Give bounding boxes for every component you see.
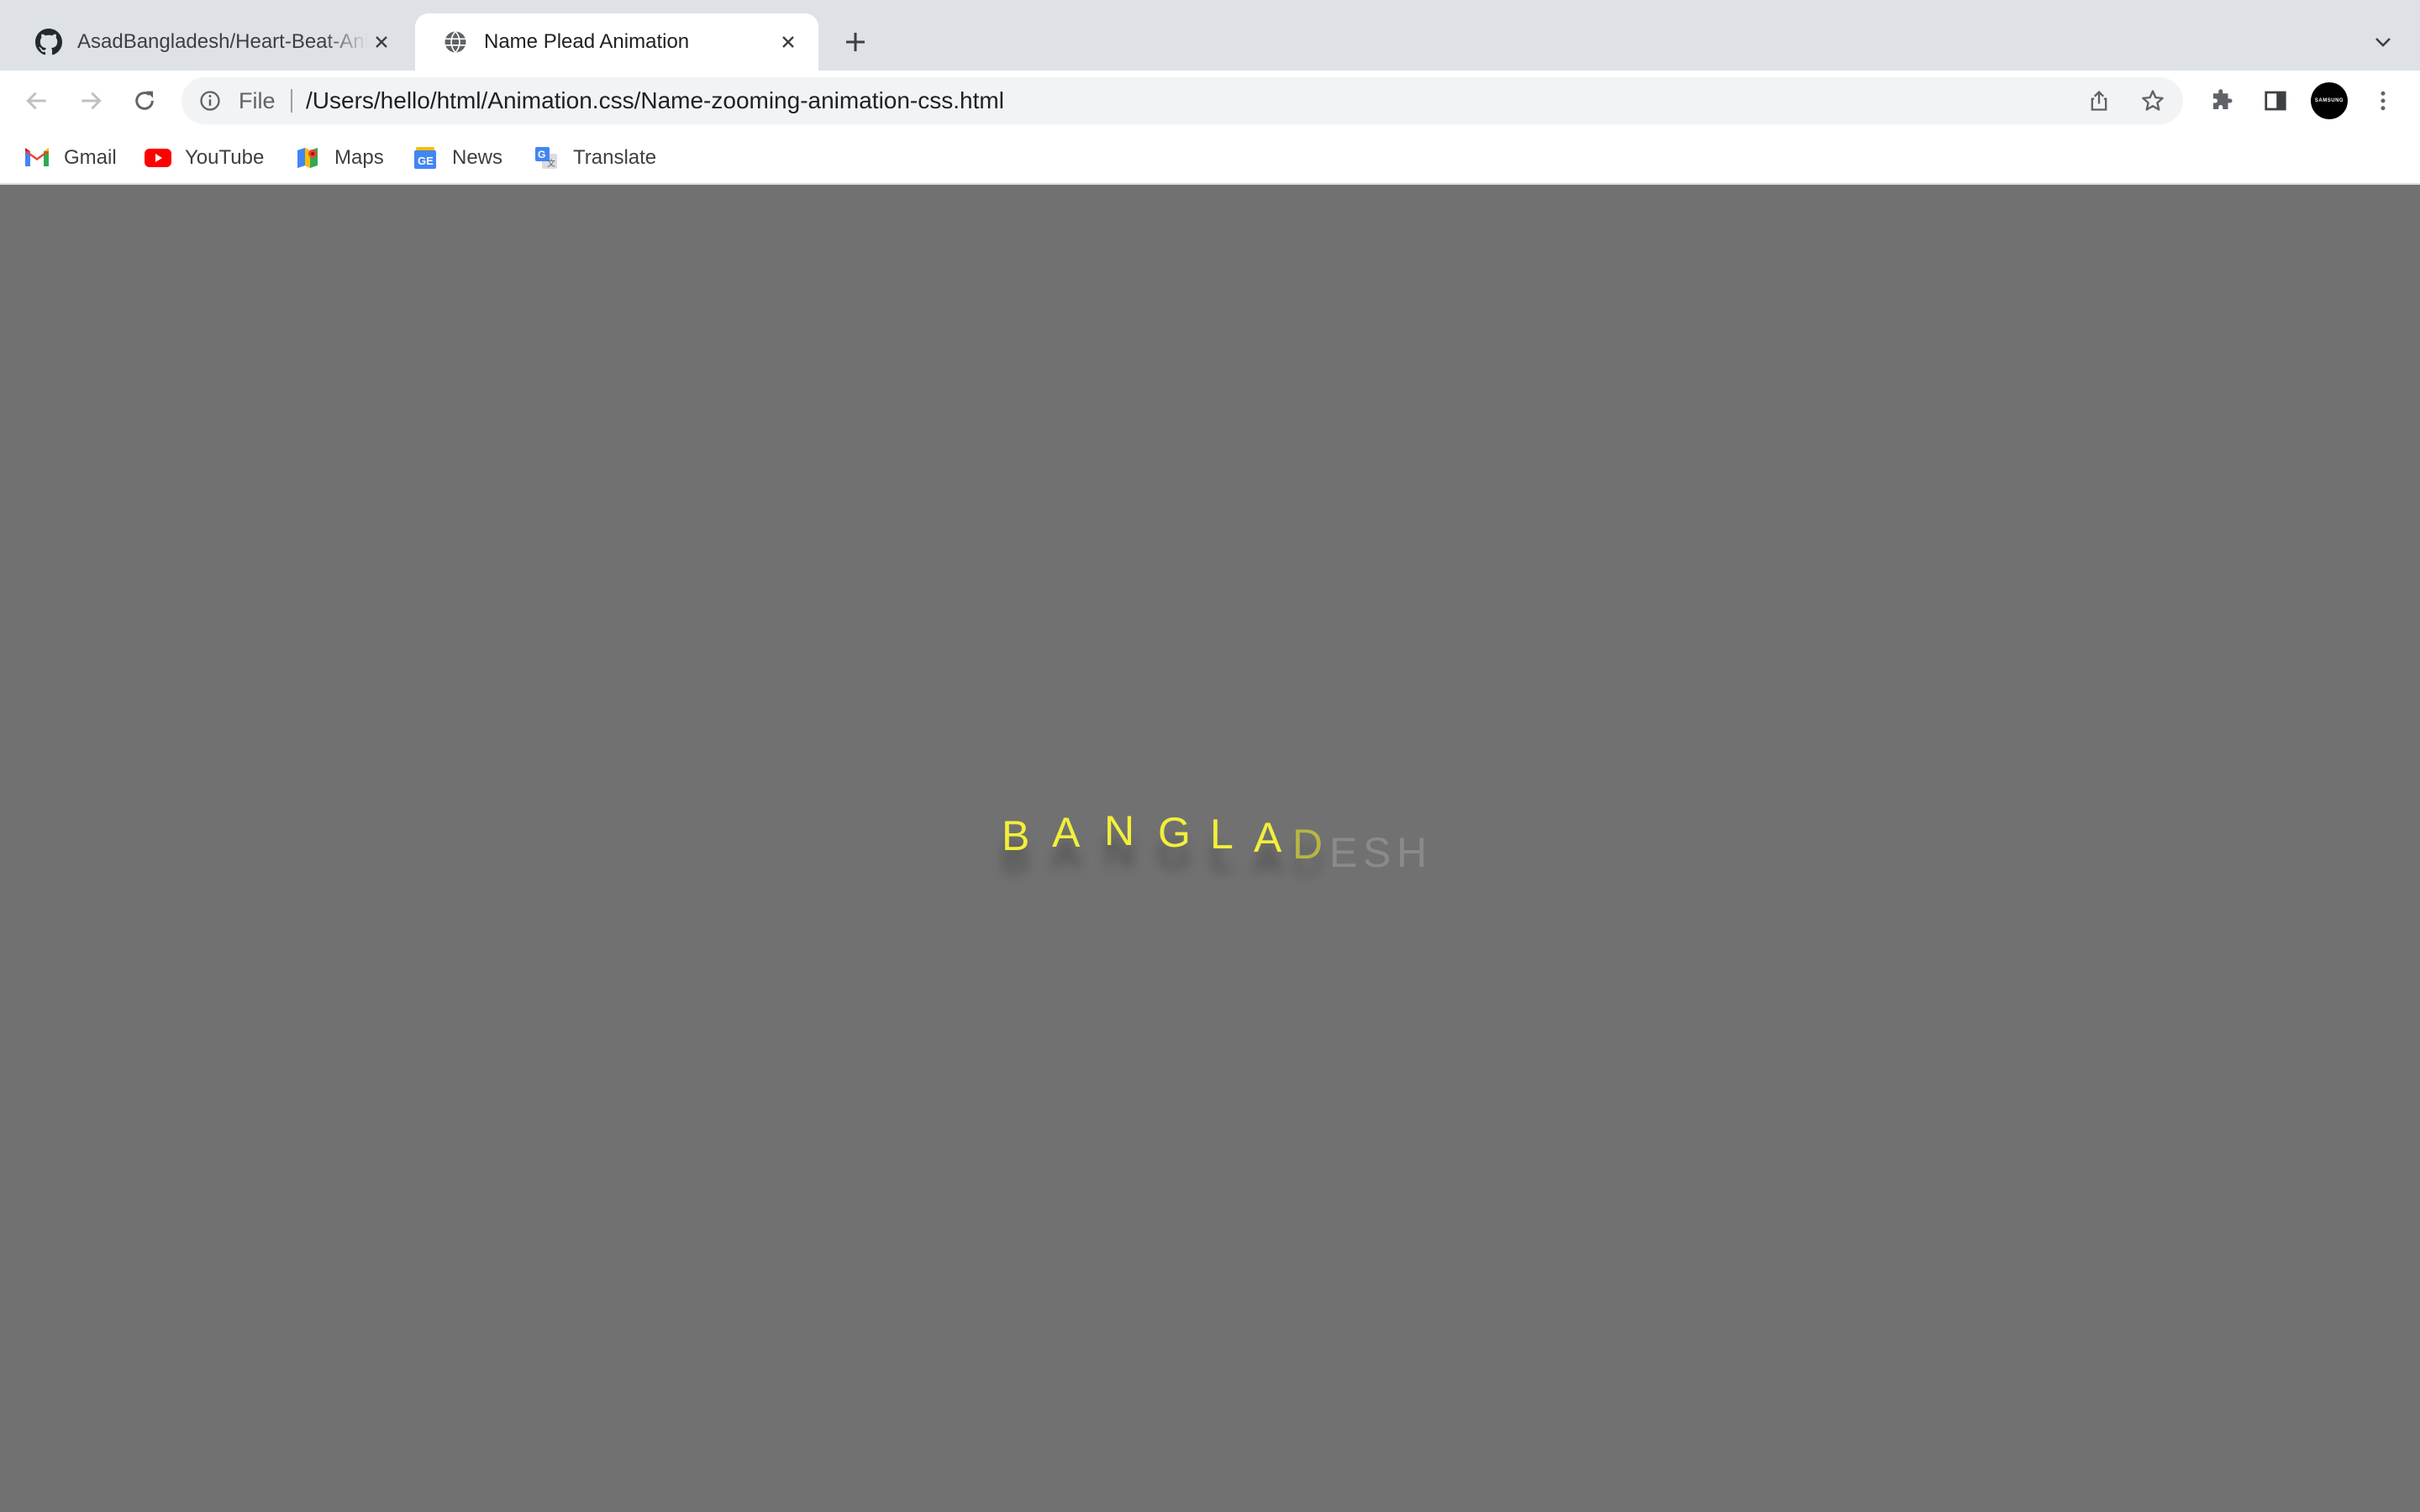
news-icon: GE [412, 144, 439, 171]
toolbar: File /Users/hello/html/Animation.css/Nam… [0, 71, 2420, 131]
profile-label: SAMSUNG [2314, 98, 2344, 103]
animated-letter: A [1254, 814, 1282, 861]
close-icon[interactable] [775, 29, 802, 55]
animated-letter: G [1158, 809, 1191, 856]
gmail-icon [24, 144, 50, 171]
page-content: B A N G L A D E S H [0, 186, 2420, 1512]
github-icon [35, 29, 62, 55]
share-icon[interactable] [2082, 84, 2116, 118]
bookmark-label: Translate [573, 146, 657, 169]
youtube-icon [145, 144, 171, 171]
globe-icon [442, 29, 469, 55]
animated-letter: E [1329, 829, 1358, 876]
animated-letter: D [1292, 821, 1323, 868]
tab-name-plead-animation[interactable]: Name Plead Animation [415, 13, 818, 71]
extensions-icon[interactable] [2203, 82, 2240, 119]
new-tab-button[interactable] [839, 25, 872, 59]
translate-icon: G文 [533, 144, 560, 171]
side-panel-icon[interactable] [2257, 82, 2294, 119]
bookmark-gmail[interactable]: Gmail [24, 139, 117, 176]
animated-letter: L [1210, 811, 1234, 858]
close-icon[interactable] [368, 29, 395, 55]
animated-letter: B [1002, 812, 1030, 859]
bookmark-label: News [452, 146, 503, 169]
tab-search-button[interactable] [2366, 25, 2400, 59]
tab-github[interactable]: AsadBangladesh/Heart-Beat-Animation [8, 13, 412, 71]
svg-text:G: G [538, 149, 545, 160]
bookmark-translate[interactable]: G文 Translate [533, 139, 656, 176]
bookmark-maps[interactable]: Maps [294, 139, 384, 176]
bookmark-label: YouTube [185, 146, 265, 169]
svg-text:文: 文 [547, 158, 555, 169]
separator [291, 89, 292, 113]
scheme-label: File [239, 88, 276, 113]
bookmark-news[interactable]: GE News [412, 139, 502, 176]
bookmark-label: Gmail [64, 146, 117, 169]
animated-letter: A [1052, 809, 1081, 856]
tab-title: AsadBangladesh/Heart-Beat-Animation [77, 30, 368, 53]
bookmarks-bar: Gmail YouTube Maps GE News G文 Translate [0, 131, 2420, 185]
animated-letter: N [1104, 807, 1135, 854]
url-text[interactable]: /Users/hello/html/Animation.css/Name-zoo… [306, 77, 1004, 124]
maps-icon [294, 144, 321, 171]
star-icon[interactable] [2136, 84, 2170, 118]
profile-avatar[interactable]: SAMSUNG [2311, 82, 2348, 119]
bookmark-label: Maps [334, 146, 384, 169]
info-icon[interactable] [197, 87, 224, 114]
reload-button[interactable] [124, 81, 165, 121]
svg-text:GE: GE [418, 155, 434, 167]
arrow-left-icon [26, 92, 46, 110]
chevron-down-icon [2375, 38, 2391, 47]
animated-letter: H [1397, 829, 1428, 876]
address-bar[interactable]: File /Users/hello/html/Animation.css/Nam… [182, 77, 2183, 124]
forward-button[interactable] [71, 81, 111, 121]
tab-title: Name Plead Animation [484, 30, 690, 53]
tab-strip: AsadBangladesh/Heart-Beat-Animation Name… [0, 0, 2420, 71]
bookmark-youtube[interactable]: YouTube [145, 139, 264, 176]
back-button[interactable] [17, 81, 57, 121]
reload-icon [135, 91, 154, 110]
arrow-right-icon [82, 92, 102, 110]
animated-letter: S [1363, 829, 1392, 876]
menu-icon[interactable] [2365, 82, 2402, 119]
plus-icon [846, 33, 865, 51]
